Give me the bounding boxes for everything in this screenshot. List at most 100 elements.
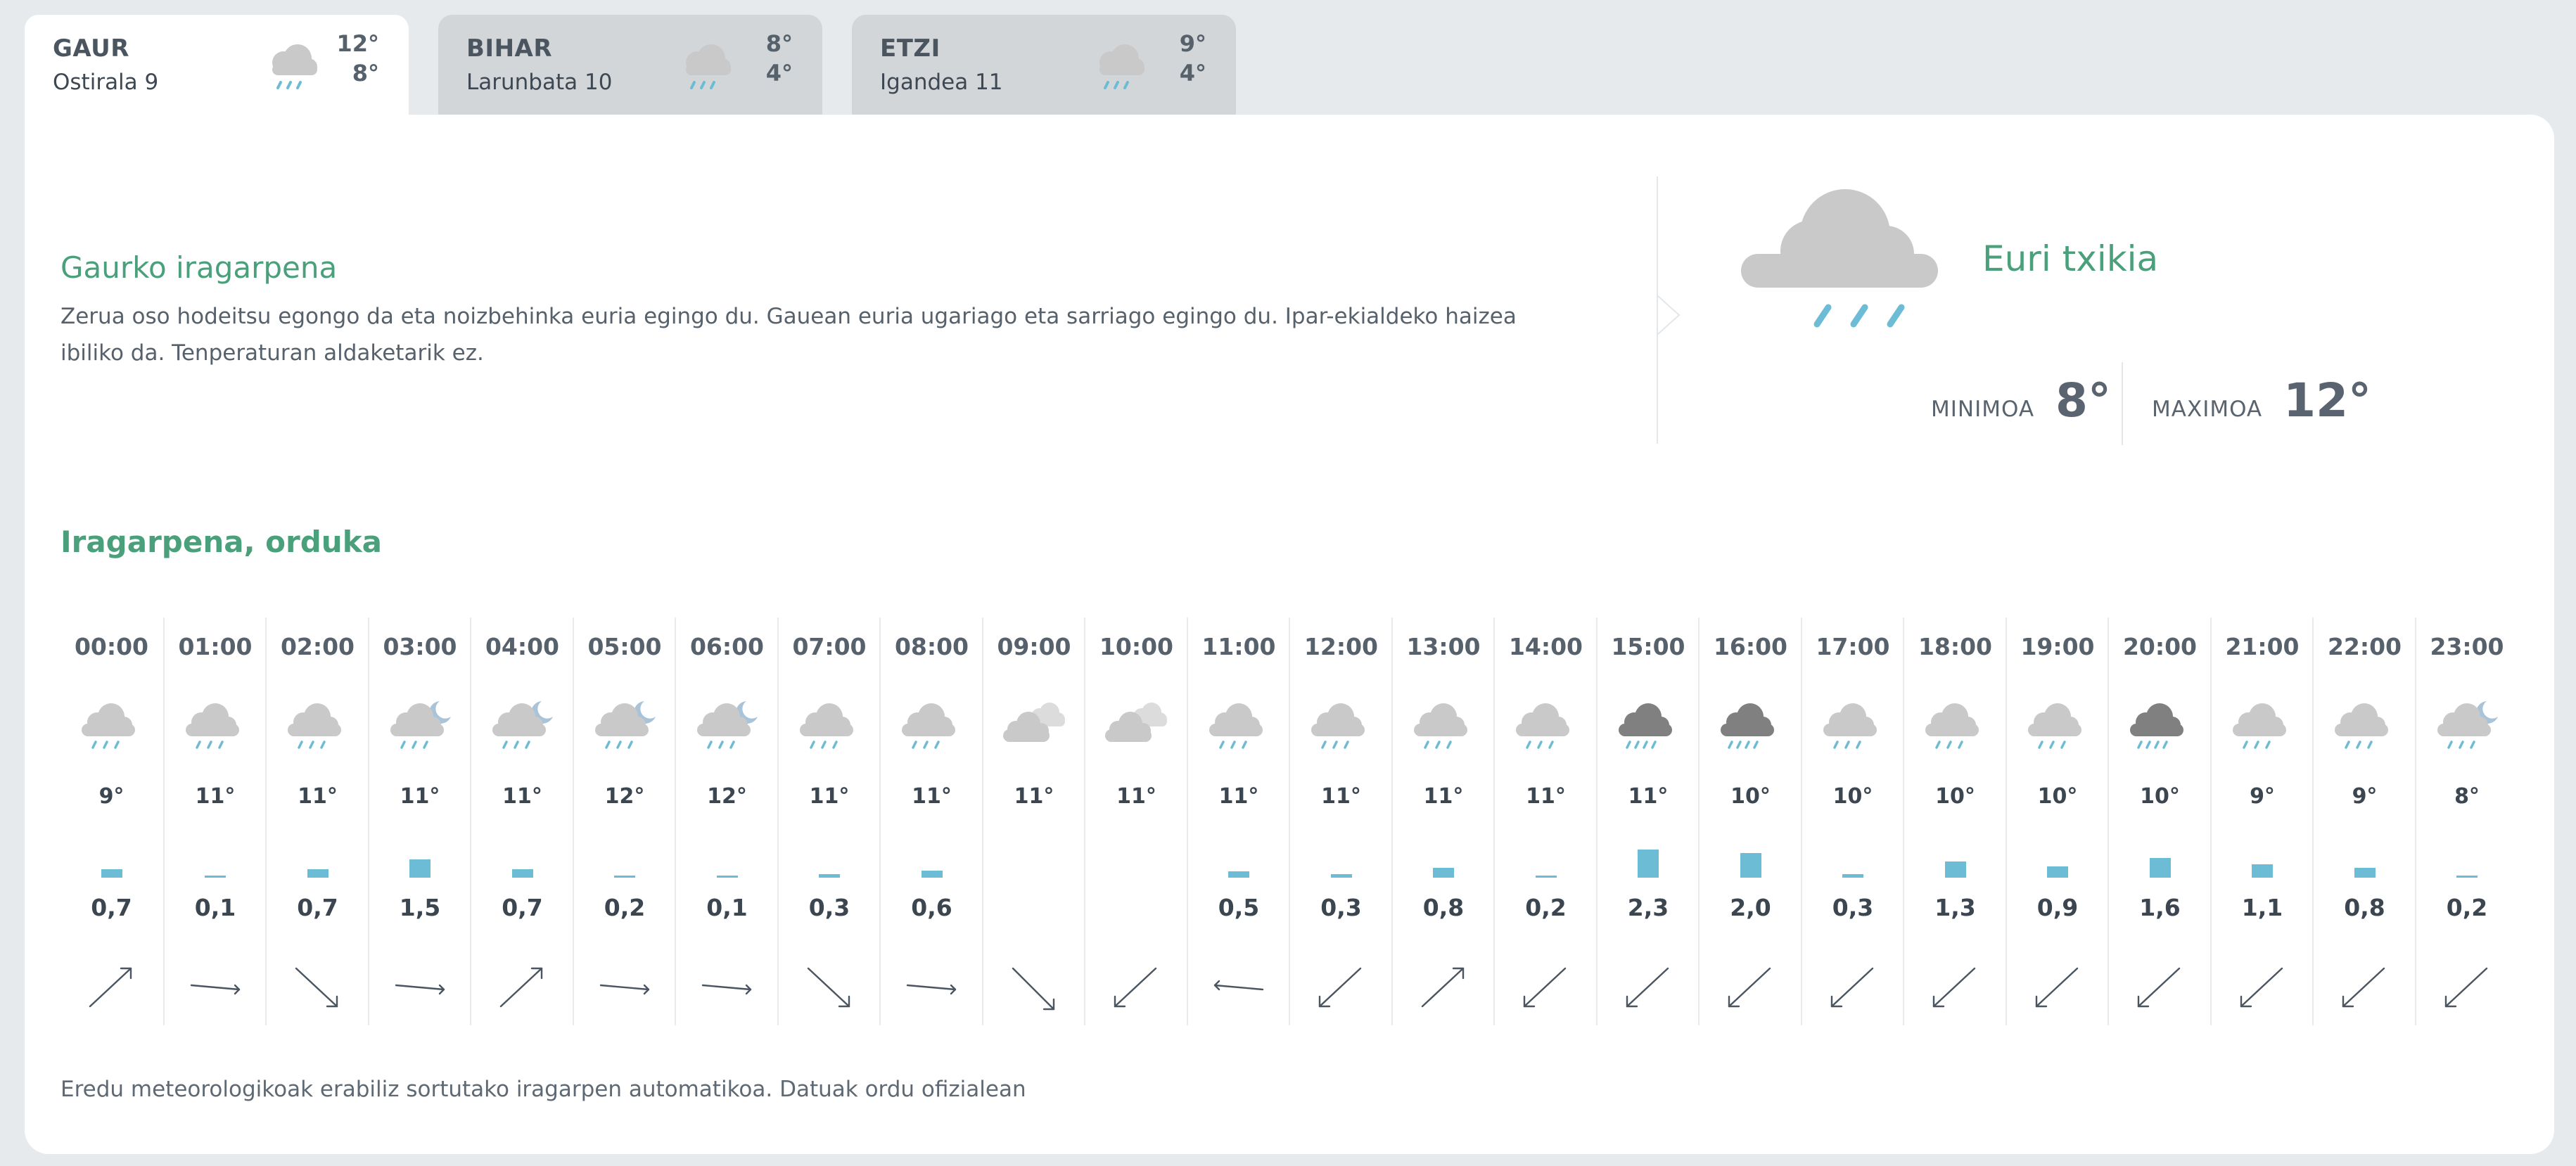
cloud-rain-icon <box>1925 703 1979 749</box>
wind-arrow-icon <box>1421 967 1464 1008</box>
tab-gaur[interactable]: GAUR Ostirala 9 12° 8° <box>25 15 409 115</box>
hour-temp: 9° <box>2250 784 2275 809</box>
hour-column: 07:00 11° 0,3 <box>777 617 880 1025</box>
precip-bar <box>1944 861 1966 878</box>
hour-precip: 0,6 <box>911 894 952 921</box>
precip-bar <box>921 870 943 878</box>
precip-bar-area <box>1290 843 1392 886</box>
cloud-rain-icon <box>1413 703 1467 749</box>
hour-temp: 11° <box>502 784 542 809</box>
hour-precip: 1,5 <box>399 894 441 921</box>
hour-precip: 0,7 <box>502 894 543 921</box>
hour-time: 12:00 <box>1303 633 1379 660</box>
hour-column: 00:00 9° 0,7 <box>60 617 163 1025</box>
moon-cloud-rain-icon <box>390 701 451 749</box>
footer-note: Eredu meteorologikoak erabiliz sortutako… <box>60 1077 1026 1102</box>
tab-label: BIHAR <box>466 34 553 63</box>
wind-arrow-icon <box>701 984 752 995</box>
hour-time: 02:00 <box>280 633 355 660</box>
hour-time: 00:00 <box>74 633 149 660</box>
cloud-rain-icon <box>1823 703 1877 749</box>
precip-bar-area <box>267 843 369 886</box>
wind-arrow-icon <box>1728 967 1771 1008</box>
hour-temp: 10° <box>2037 784 2078 809</box>
chevron-right-icon <box>1657 295 1681 335</box>
hour-precip: 0,2 <box>2446 894 2488 921</box>
hour-column: 17:00 10° 0,3 <box>1800 617 1904 1025</box>
hour-time: 10:00 <box>1099 633 1174 660</box>
hour-column: 19:00 10° 0,9 <box>2005 617 2108 1025</box>
wind-arrow-icon <box>906 984 957 995</box>
hour-temp: 9° <box>98 784 125 809</box>
hour-precip: 0,7 <box>297 894 338 921</box>
tab-bihar[interactable]: BIHAR Larunbata 10 8° 4° <box>438 15 822 115</box>
hour-temp: 11° <box>1628 784 1669 809</box>
precip-bar-area <box>983 843 1085 886</box>
hour-time: 20:00 <box>2122 633 2198 660</box>
hour-precip: 2,0 <box>1730 894 1771 921</box>
precip-bar-area <box>2212 843 2314 886</box>
precip-bar <box>2252 864 2273 878</box>
hour-precip: 0,2 <box>604 894 646 921</box>
tab-max-temp: 12° <box>336 30 379 57</box>
precip-bar-area <box>881 843 983 886</box>
wind-arrow-icon <box>499 967 543 1008</box>
hour-time: 07:00 <box>792 633 867 660</box>
tab-etzi[interactable]: ETZI Igandea 11 9° 4° <box>852 15 1236 115</box>
tab-date: Larunbata 10 <box>466 70 613 95</box>
hour-column: 18:00 10° 1,3 <box>1903 617 2006 1025</box>
cloud-rain-icon <box>1311 703 1365 749</box>
wind-arrow-icon <box>1213 980 1263 991</box>
hour-temp: 11° <box>400 784 440 809</box>
summary-text: Zerua oso hodeitsu egongo da eta noizbeh… <box>60 304 1517 366</box>
hour-temp: 10° <box>1832 784 1873 809</box>
hour-column: 13:00 11° 0,8 <box>1391 617 1494 1025</box>
hour-precip: 0,8 <box>2344 894 2385 921</box>
wind-arrow-icon <box>807 967 850 1008</box>
tab-label: GAUR <box>53 34 129 63</box>
hour-temp: 11° <box>809 784 850 809</box>
hour-temp: 10° <box>1730 784 1771 809</box>
hour-time: 15:00 <box>1611 633 1685 660</box>
wind-arrow-icon <box>2240 967 2283 1008</box>
wind-arrow-icon <box>1830 967 1873 1008</box>
cloud-rain-icon <box>902 703 955 749</box>
hour-time: 06:00 <box>689 633 765 660</box>
hour-precip: 0,5 <box>1218 894 1260 921</box>
precip-bar-area <box>1904 843 2006 886</box>
cloud-rain-icon <box>1516 703 1569 749</box>
wind-arrow-icon <box>2035 967 2078 1008</box>
moon-cloud-rain-icon <box>492 701 553 749</box>
hour-column: 05:00 12° 0,2 <box>572 617 675 1025</box>
wind-arrow-icon <box>1626 967 1669 1008</box>
precip-bar <box>614 875 635 878</box>
hour-temp: 11° <box>195 784 236 809</box>
precip-bar <box>1433 868 1454 878</box>
wind-arrow-icon <box>599 984 649 995</box>
min-value: 8° <box>2055 373 2111 428</box>
precip-bar <box>819 873 840 878</box>
hour-temp: 8° <box>2454 784 2480 809</box>
precip-bar <box>1842 873 1863 878</box>
hour-time: 08:00 <box>894 633 969 660</box>
precip-bar-area <box>60 843 162 886</box>
precip-bar-area <box>369 843 471 886</box>
wind-arrow-icon <box>1932 967 1976 1008</box>
cloud-rain-icon <box>2232 703 2286 749</box>
hour-time: 17:00 <box>1816 633 1890 660</box>
hour-precip: 1,6 <box>2139 894 2181 921</box>
hour-column: 03:00 11° 1,5 <box>367 617 471 1025</box>
tab-min-temp: 8° <box>352 60 379 87</box>
forecast-panel: Gaurko iragarpena Zerua oso hodeitsu ego… <box>25 115 2554 1154</box>
hour-time: 05:00 <box>587 633 662 660</box>
tab-min-temp: 4° <box>1179 60 1206 87</box>
hour-temp: 11° <box>298 784 338 809</box>
hour-temp: 9° <box>2352 784 2378 809</box>
hour-time: 13:00 <box>1406 633 1481 660</box>
wind-arrow-icon <box>2137 967 2181 1008</box>
hour-time: 03:00 <box>383 633 457 660</box>
max-value: 12° <box>2283 373 2372 428</box>
hour-column: 09:00 11° <box>981 617 1085 1025</box>
wind-arrow-icon <box>1523 967 1567 1008</box>
hour-column: 21:00 9° 1,1 <box>2210 617 2313 1025</box>
